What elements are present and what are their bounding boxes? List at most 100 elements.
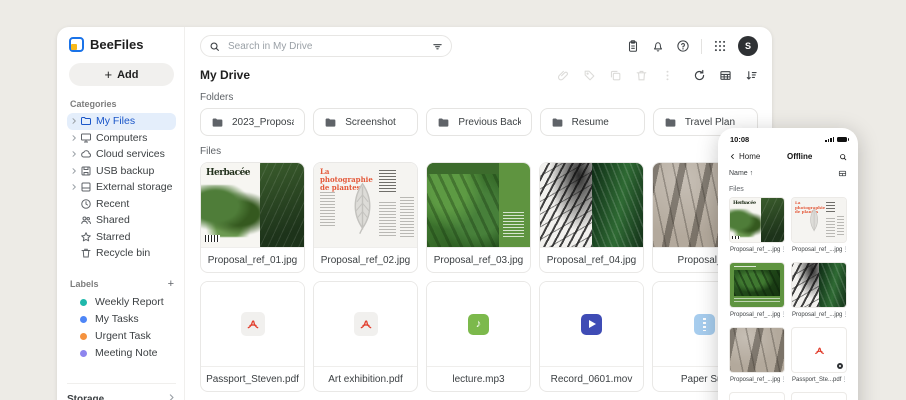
file-name: Proposal_ref_...jpg — [730, 311, 781, 318]
sidebar-item-label: Cloud services — [96, 148, 165, 161]
app-logo: BeeFiles — [67, 35, 176, 52]
phone-file-card[interactable]: La photographie de plantes Proposal_ref_… — [791, 197, 848, 256]
avatar[interactable]: S — [738, 36, 758, 56]
search-icon[interactable] — [839, 153, 847, 161]
computer-icon — [80, 132, 96, 144]
search-input[interactable] — [226, 39, 426, 53]
label-item-my-tasks[interactable]: My Tasks — [67, 311, 176, 328]
sort-by-name-button[interactable]: Name ↑ — [729, 170, 753, 177]
notifications-bell-icon[interactable] — [651, 39, 665, 53]
file-card[interactable]: Herbacée Proposal_ref_01.jpg — [200, 162, 305, 273]
phone-file-card[interactable]: Passport_Ste...pdf ⋮ — [791, 327, 847, 386]
phone-file-card[interactable]: Proposal_ref_...jpg ⋮ — [729, 262, 786, 321]
categories-heading: Categories — [70, 99, 117, 109]
refresh-icon[interactable] — [693, 69, 706, 82]
phone-screen-title: Offline — [787, 152, 813, 161]
sidebar-item-label: USB backup — [96, 164, 155, 177]
phone-nav-bar: Home Offline — [729, 152, 847, 161]
file-card[interactable]: Proposal_ref_04.jpg — [539, 162, 644, 273]
chevron-right-icon[interactable] — [70, 183, 80, 191]
clipboard-icon[interactable] — [626, 39, 640, 53]
file-name: Proposal_ref_...jpg — [792, 246, 843, 253]
label-item-weekly-report[interactable]: Weekly Report — [67, 294, 176, 311]
chevron-right-icon[interactable] — [70, 134, 80, 142]
label-item-urgent-task[interactable]: Urgent Task — [67, 328, 176, 345]
folder-chip-resume[interactable]: Resume — [539, 108, 645, 136]
help-icon[interactable] — [676, 39, 690, 53]
file-thumbnail: ♪ — [427, 282, 530, 366]
magazine-title: Herbacée — [733, 200, 756, 206]
folder-chip-previous-backup[interactable]: Previous Backup — [426, 108, 532, 136]
file-name: Proposal_ref_02.jpg — [314, 247, 417, 272]
sort-descending-icon[interactable] — [745, 69, 758, 82]
file-name: Proposal_ref_03.jpg — [427, 247, 530, 272]
chevron-right-icon[interactable] — [70, 117, 80, 125]
more-vertical-icon[interactable]: ⋮ — [780, 246, 786, 253]
beefiles-logo-icon — [69, 37, 84, 52]
phone-file-card[interactable] — [729, 392, 785, 400]
labels-heading: Labels + — [70, 277, 174, 290]
sidebar-item-computers[interactable]: Computers — [67, 130, 176, 147]
folder-icon — [80, 115, 96, 127]
filter-icon[interactable] — [432, 41, 443, 52]
more-vertical-icon[interactable] — [661, 69, 674, 82]
phone-sort-row: Name ↑ — [729, 169, 847, 178]
phone-file-card[interactable]: Proposal_ref_...jpg ⋮ — [791, 262, 848, 321]
file-card[interactable]: Proposal_ref_03.jpg — [426, 162, 531, 273]
plus-icon: + — [104, 67, 113, 82]
file-thumbnail — [729, 262, 785, 308]
file-card[interactable]: Art exhibition.pdf — [313, 281, 418, 392]
battery-icon — [837, 137, 849, 142]
app-window: BeeFiles + Add Categories My Files Compu… — [57, 27, 772, 400]
files-grid: Herbacée Proposal_ref_01.jpg La photogra… — [200, 162, 758, 400]
sidebar-item-storage[interactable]: Storage — [67, 383, 176, 400]
phone-file-card[interactable]: ♪ — [791, 392, 847, 400]
add-button[interactable]: + Add — [69, 63, 174, 86]
cloud-icon — [80, 148, 96, 160]
sidebar-item-recent[interactable]: Recent — [67, 196, 176, 213]
sidebar-item-shared[interactable]: Shared — [67, 212, 176, 229]
sidebar-item-starred[interactable]: Starred — [67, 229, 176, 246]
sidebar-item-usb-backup[interactable]: USB backup — [67, 163, 176, 180]
add-label-button[interactable]: + — [168, 278, 174, 290]
file-card[interactable]: La photographie de plantes Proposal_ref_… — [313, 162, 418, 273]
search-bar[interactable] — [200, 35, 452, 57]
sidebar-item-recycle-bin[interactable]: Recycle bin — [67, 245, 176, 262]
title-row: My Drive — [200, 68, 758, 82]
more-vertical-icon[interactable]: ⋮ — [842, 311, 848, 318]
phone-file-card[interactable]: Herbacée Proposal_ref_...jpg ⋮ — [729, 197, 786, 256]
file-card[interactable]: ♪ lecture.mp3 — [426, 281, 531, 392]
folders-heading: Folders — [200, 92, 234, 103]
folder-chip-screenshot[interactable]: Screenshot — [313, 108, 419, 136]
file-name: lecture.mp3 — [427, 366, 530, 391]
delete-icon[interactable] — [635, 69, 648, 82]
sidebar-item-cloud-services[interactable]: Cloud services — [67, 146, 176, 163]
sidebar-item-label: My Files — [96, 115, 136, 128]
sidebar-item-external-storage[interactable]: External storage — [67, 179, 176, 196]
copy-icon[interactable] — [609, 69, 622, 82]
back-button[interactable]: Home — [729, 152, 760, 161]
file-card[interactable]: Record_0601.mov — [539, 281, 644, 392]
chevron-right-icon[interactable] — [70, 150, 80, 158]
chevron-right-icon[interactable] — [70, 167, 80, 175]
label-color-dot — [80, 298, 87, 306]
apps-grid-icon[interactable] — [713, 39, 727, 53]
more-vertical-icon[interactable]: ⋮ — [841, 376, 847, 383]
file-thumbnail — [729, 327, 785, 373]
file-thumbnail: La photographie de plantes — [314, 163, 417, 247]
attach-icon[interactable] — [557, 69, 570, 82]
folder-chip-2023-proposal[interactable]: 2023_Proposal — [200, 108, 306, 136]
main-content: S My Drive Folders — [185, 27, 772, 400]
file-card[interactable]: Passport_Steven.pdf — [200, 281, 305, 392]
more-vertical-icon[interactable]: ⋮ — [842, 246, 848, 253]
magazine-title: Herbacée — [206, 168, 251, 178]
tag-icon[interactable] — [583, 69, 596, 82]
label-item-meeting-note[interactable]: Meeting Note — [67, 345, 176, 362]
more-vertical-icon[interactable]: ⋮ — [780, 311, 786, 318]
view-toggle-icon[interactable] — [838, 169, 847, 178]
sidebar-item-label: Starred — [96, 230, 131, 243]
phone-file-card[interactable]: Proposal_ref_...jpg ⋮ — [729, 327, 786, 386]
sidebar-item-my-files[interactable]: My Files — [67, 113, 176, 130]
more-vertical-icon[interactable]: ⋮ — [780, 376, 786, 383]
grid-view-icon[interactable] — [719, 69, 732, 82]
